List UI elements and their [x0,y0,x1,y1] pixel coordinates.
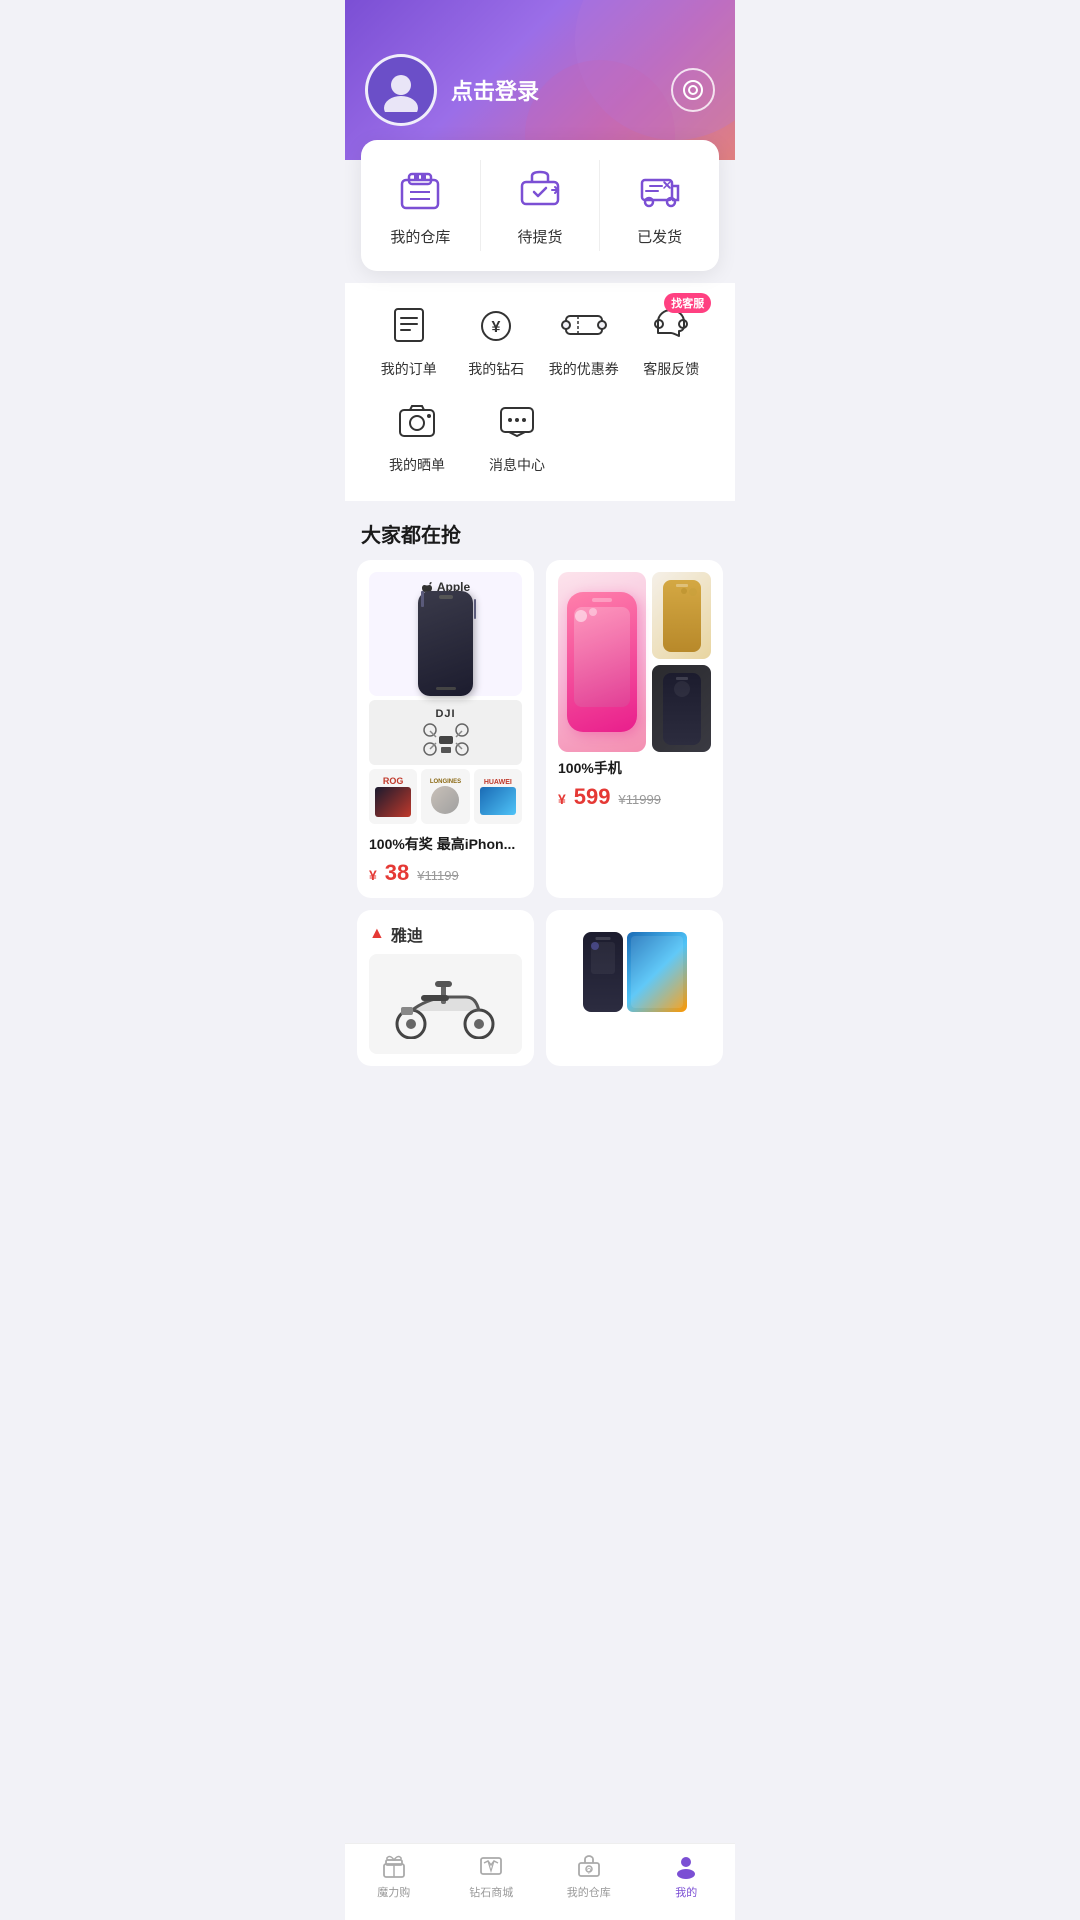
login-text[interactable]: 点击登录 [451,74,539,106]
nav-item-warehouse[interactable]: ? 我的仓库 [540,1852,638,1900]
menu-item-photo[interactable]: 我的晒单 [377,395,457,475]
price-original-phones: ¥11999 [619,792,661,807]
yadea-header: ▲ 雅迪 [369,922,522,946]
menu-label-photo: 我的晒单 [389,455,445,475]
diamond-nav-icon [477,1852,505,1880]
coupon-icon [558,299,610,351]
product-card-electronics[interactable] [546,910,723,1066]
bottom-nav: 魔力购 钻石商城 ? 我的仓库 [345,1843,735,1920]
nav-label-warehouse: 我的仓库 [567,1884,611,1900]
warehouse-label-shipped: 已发货 [637,226,682,247]
menu-label-order: 我的订单 [381,359,437,379]
price-original-apple: ¥11199 [417,868,458,883]
menu-item-order[interactable]: 我的订单 [369,299,449,379]
header-left: 点击登录 [365,54,539,126]
price-current-apple: 38 [385,860,409,886]
warehouse-item-pickup[interactable]: 待提货 [481,160,601,251]
menu-label-coupon: 我的优惠券 [549,359,619,379]
warehouse-card: 我的仓库 待提货 已发货 [361,140,719,271]
svg-text:¥: ¥ [492,319,501,336]
warehouse-label-storage: 我的仓库 [390,226,450,247]
price-current-phones: 599 [574,784,611,810]
warehouse-nav-icon: ? [575,1852,603,1880]
product-card-phones[interactable]: 100%手机 ¥ 599 ¥11999 [546,560,723,898]
product-card-yadea[interactable]: ▲ 雅迪 [357,910,534,1066]
menu-label-service: 客服反馈 [643,359,699,379]
yadea-icon: ▲ [369,925,385,943]
warehouse-item-storage[interactable]: 我的仓库 [361,160,481,251]
user-nav-icon [672,1852,700,1880]
service-badge: 找客服 [664,293,711,313]
menu-label-diamond: 我的钻石 [468,359,524,379]
nav-item-magic[interactable]: 魔力购 [345,1852,443,1900]
product-title-phones: 100%手机 [558,758,711,778]
nav-item-diamond[interactable]: 钻石商城 [443,1852,541,1900]
pickup-icon [514,164,566,216]
product-price-phones: ¥ 599 ¥11999 [558,784,711,810]
hot-section-title: 大家都在抢 [345,501,735,560]
price-currency-apple: ¥ [369,867,377,883]
yadea-brand-name: 雅迪 [391,922,423,946]
gift-nav-icon [380,1852,408,1880]
menu-item-service[interactable]: 找客服 客服反馈 [631,299,711,379]
price-currency-phones: ¥ [558,791,566,807]
settings-icon[interactable] [671,68,715,112]
menu-label-message: 消息中心 [489,455,545,475]
longines-thumb: LONGINES [421,769,469,824]
huawei-thumb: HUAWEI [474,769,522,824]
order-icon [383,299,435,351]
products-grid: Apple DJI [345,560,735,910]
nav-label-mine: 我的 [675,1884,697,1900]
warehouse-item-shipped[interactable]: 已发货 [600,160,719,251]
menu-item-diamond[interactable]: ¥ 我的钻石 [456,299,536,379]
nav-item-mine[interactable]: 我的 [638,1852,736,1900]
menu-row-1: 我的订单 ¥ 我的钻石 我的优惠券 [365,299,715,379]
menu-item-message[interactable]: 消息中心 [477,395,557,475]
avatar[interactable] [365,54,437,126]
svg-text:?: ? [587,1867,592,1876]
diamond-icon: ¥ [470,299,522,351]
nav-label-magic: 魔力购 [377,1884,410,1900]
product-card-apple[interactable]: Apple DJI [357,560,534,898]
menu-section: 我的订单 ¥ 我的钻石 我的优惠券 [345,283,735,501]
warehouse-icon [394,164,446,216]
header: 点击登录 [345,0,735,160]
photo-icon [391,395,443,447]
product-price-apple: ¥ 38 ¥11199 [369,860,522,886]
rog-thumb: ROG [369,769,417,824]
menu-row-2: 我的晒单 消息中心 [365,395,715,475]
warehouse-label-pickup: 待提货 [518,226,563,247]
brand-thumbs: ROG LONGINES HUAWEI [369,769,522,824]
second-row-products: ▲ 雅迪 [345,910,735,1078]
shipped-icon [634,164,686,216]
nav-label-diamond: 钻石商城 [469,1884,513,1900]
menu-item-coupon[interactable]: 我的优惠券 [544,299,624,379]
message-icon [491,395,543,447]
product-title-apple: 100%有奖 最高iPhon... [369,834,522,854]
